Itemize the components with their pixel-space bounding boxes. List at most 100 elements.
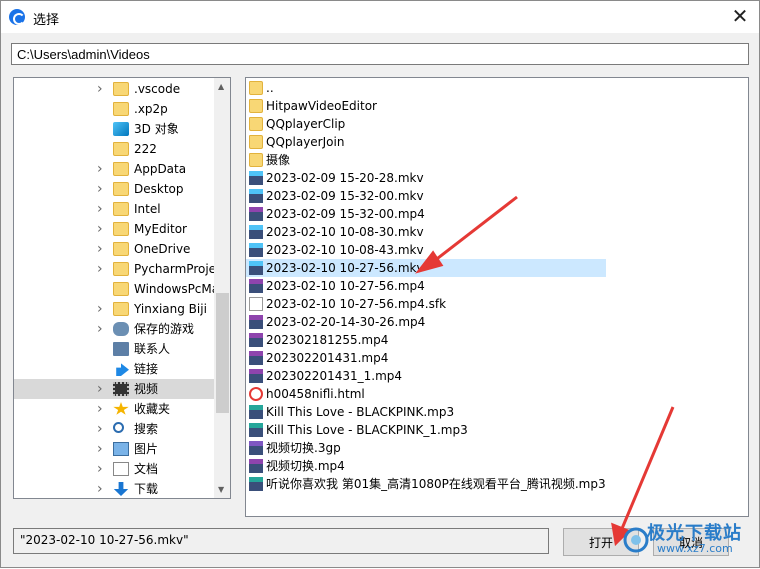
file-item-label: 2023-02-09 15-32-00.mkv bbox=[266, 189, 424, 203]
tree-item[interactable]: › 视频 bbox=[14, 379, 214, 399]
mp4-file-icon bbox=[249, 207, 263, 221]
link-icon bbox=[116, 363, 129, 376]
scroll-up-icon[interactable]: ▲ bbox=[218, 82, 224, 91]
tree-item[interactable]: › 搜索 bbox=[14, 419, 214, 439]
chevron-right-icon[interactable]: › bbox=[97, 199, 107, 219]
file-item-label: Kill This Love - BLACKPINK_1.mp3 bbox=[266, 423, 468, 437]
file-list[interactable]: .. HitpawVideoEditor QQplayerClip QQplayerJ… bbox=[245, 77, 749, 517]
folder-icon bbox=[113, 102, 129, 116]
tree-item[interactable]: WindowsPcMa bbox=[14, 279, 219, 299]
tree-item[interactable]: 3D 对象 bbox=[14, 119, 214, 139]
3d-objects-icon bbox=[113, 122, 129, 136]
file-item[interactable]: QQplayerJoin bbox=[246, 133, 606, 151]
file-item[interactable]: 2023-02-10 10-27-56.mkv bbox=[246, 259, 606, 277]
file-item[interactable]: Kill This Love - BLACKPINK_1.mp3 bbox=[246, 421, 606, 439]
file-item[interactable]: 2023-02-09 15-20-28.mkv bbox=[246, 169, 606, 187]
tree-item-label: WindowsPcMa bbox=[134, 282, 220, 296]
tree-item[interactable]: › 保存的游戏 bbox=[14, 319, 214, 339]
tree-item[interactable]: › 文档 bbox=[14, 459, 214, 479]
file-item[interactable]: Kill This Love - BLACKPINK.mp3 bbox=[246, 403, 606, 421]
file-item-label: 2023-02-09 15-32-00.mp4 bbox=[266, 207, 425, 221]
tree-item-label: Desktop bbox=[134, 182, 184, 196]
chevron-right-icon[interactable]: › bbox=[97, 479, 107, 498]
file-item[interactable]: 听说你喜欢我 第01集_高清1080P在线观看平台_腾讯视频.mp3 bbox=[246, 475, 606, 493]
file-item[interactable]: 2023-02-09 15-32-00.mkv bbox=[246, 187, 606, 205]
file-item[interactable]: 2023-02-10 10-27-56.mp4 bbox=[246, 277, 606, 295]
mkv-file-icon bbox=[249, 189, 263, 203]
file-item-label: 202302181255.mp4 bbox=[266, 333, 389, 347]
chevron-right-icon[interactable]: › bbox=[97, 219, 107, 239]
chevron-right-icon[interactable]: › bbox=[97, 439, 107, 459]
chevron-right-icon[interactable]: › bbox=[97, 179, 107, 199]
tree-item[interactable]: 222 bbox=[14, 139, 214, 159]
tree-scrollbar[interactable]: ▲ ▼ bbox=[214, 78, 230, 498]
folder-icon bbox=[113, 202, 129, 216]
tree-item[interactable]: › 图片 bbox=[14, 439, 214, 459]
tree-item[interactable]: .xp2p bbox=[14, 99, 214, 119]
folder-icon bbox=[249, 117, 263, 131]
3gp-file-icon bbox=[249, 441, 263, 455]
scrollbar-thumb[interactable] bbox=[216, 293, 229, 413]
chevron-right-icon[interactable]: › bbox=[97, 79, 107, 99]
tree-item[interactable]: › AppData bbox=[14, 159, 214, 179]
tree-item-label: 图片 bbox=[134, 442, 159, 456]
file-item-label: h00458nifli.html bbox=[266, 387, 365, 401]
chevron-right-icon[interactable]: › bbox=[97, 159, 107, 179]
file-item[interactable]: 2023-02-10 10-08-30.mkv bbox=[246, 223, 606, 241]
file-item[interactable]: 2023-02-10 10-08-43.mkv bbox=[246, 241, 606, 259]
file-item[interactable]: 2023-02-20-14-30-26.mp4 bbox=[246, 313, 606, 331]
folder-tree[interactable]: › .vscode .xp2p 3D 对象 222 › AppData › Desktop › In… bbox=[13, 77, 231, 499]
mp4-file-icon bbox=[249, 279, 263, 293]
file-item[interactable]: QQplayerClip bbox=[246, 115, 606, 133]
tree-item[interactable]: › 收藏夹 bbox=[14, 399, 214, 419]
watermark-url: www.xz7.com bbox=[657, 542, 733, 555]
file-item-label: 2023-02-10 10-08-43.mkv bbox=[266, 243, 424, 257]
file-item[interactable]: 视频切换.mp4 bbox=[246, 457, 606, 475]
file-item-label: 2023-02-09 15-20-28.mkv bbox=[266, 171, 424, 185]
file-item-label: 202302201431_1.mp4 bbox=[266, 369, 403, 383]
chevron-right-icon[interactable]: › bbox=[97, 379, 107, 399]
file-item[interactable]: .. bbox=[246, 79, 606, 97]
tree-item[interactable]: › OneDrive bbox=[14, 239, 214, 259]
chevron-right-icon[interactable]: › bbox=[97, 399, 107, 419]
folder-icon bbox=[113, 282, 129, 296]
chevron-right-icon[interactable]: › bbox=[97, 319, 107, 339]
star-icon bbox=[113, 402, 129, 415]
blank-file-icon bbox=[249, 297, 263, 311]
tree-item[interactable]: 联系人 bbox=[14, 339, 214, 359]
close-button[interactable]: ✕ bbox=[727, 5, 753, 29]
file-item[interactable]: 视频切换.3gp bbox=[246, 439, 606, 457]
file-item[interactable]: 2023-02-09 15-32-00.mp4 bbox=[246, 205, 606, 223]
chevron-right-icon[interactable]: › bbox=[97, 419, 107, 439]
file-item[interactable]: 2023-02-10 10-27-56.mp4.sfk bbox=[246, 295, 606, 313]
file-item-label: 2023-02-20-14-30-26.mp4 bbox=[266, 315, 426, 329]
folder-icon bbox=[249, 153, 263, 167]
file-item[interactable]: 202302181255.mp4 bbox=[246, 331, 606, 349]
chevron-right-icon[interactable]: › bbox=[97, 459, 107, 479]
tree-item[interactable]: › .vscode bbox=[14, 79, 214, 99]
selected-filename-field[interactable]: "2023-02-10 10-27-56.mkv" bbox=[13, 528, 549, 554]
chevron-right-icon[interactable]: › bbox=[97, 299, 107, 319]
tree-item[interactable]: › Intel bbox=[14, 199, 214, 219]
path-input[interactable] bbox=[11, 43, 749, 65]
tree-item[interactable]: › MyEditor bbox=[14, 219, 214, 239]
file-item[interactable]: h00458nifli.html bbox=[246, 385, 606, 403]
file-item[interactable]: 202302201431_1.mp4 bbox=[246, 367, 606, 385]
scroll-down-icon[interactable]: ▼ bbox=[218, 485, 224, 494]
tree-item[interactable]: › Desktop bbox=[14, 179, 214, 199]
file-item[interactable]: HitpawVideoEditor bbox=[246, 97, 606, 115]
tree-item[interactable]: › 下载 bbox=[14, 479, 214, 498]
chevron-right-icon[interactable]: › bbox=[97, 239, 107, 259]
file-item[interactable]: 摄像 bbox=[246, 151, 606, 169]
file-item-label: 202302201431.mp4 bbox=[266, 351, 389, 365]
tree-item-label: .vscode bbox=[134, 82, 181, 96]
chevron-right-icon[interactable]: › bbox=[97, 259, 107, 279]
mp4-file-icon bbox=[249, 369, 263, 383]
tree-item[interactable]: 链接 bbox=[14, 359, 214, 379]
video-icon bbox=[113, 382, 129, 396]
file-item-label: QQplayerJoin bbox=[266, 135, 345, 149]
tree-item[interactable]: › PycharmProje bbox=[14, 259, 216, 279]
mkv-file-icon bbox=[249, 225, 263, 239]
tree-item[interactable]: › Yinxiang Biji bbox=[14, 299, 214, 319]
file-item[interactable]: 202302201431.mp4 bbox=[246, 349, 606, 367]
